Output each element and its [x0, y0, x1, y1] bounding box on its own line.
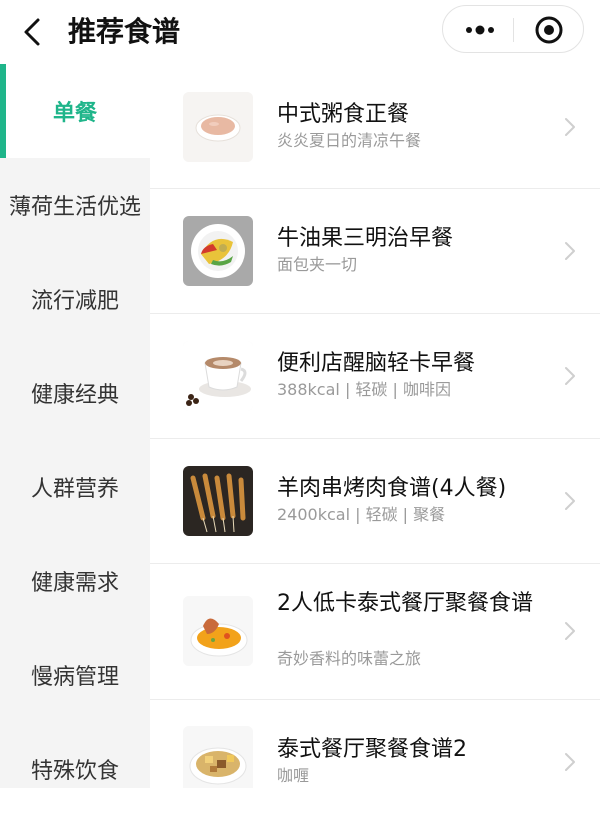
recipe-title: 便利店醒脑轻卡早餐	[277, 351, 476, 376]
recipe-title: 2人低卡泰式餐厅聚餐食谱	[277, 591, 533, 616]
chevron-right-icon	[560, 239, 580, 263]
sidebar-item-label: 单餐	[52, 101, 97, 126]
sidebar-item-label: 健康经典	[30, 383, 119, 408]
recipe-title: 羊肉串烤肉食谱(4人餐)	[277, 476, 507, 501]
sidebar-item-healthy-classic[interactable]: 健康经典	[0, 346, 150, 440]
chevron-right-icon	[560, 750, 580, 774]
sidebar-item-mint-life[interactable]: 薄荷生活优选	[0, 158, 150, 252]
sidebar-item-single-meal[interactable]: 单餐	[0, 64, 150, 158]
recipe-subtitle: 咖喱	[277, 766, 310, 785]
sidebar-item-label: 特殊饮食	[30, 759, 119, 784]
chevron-right-icon	[560, 364, 580, 388]
recipe-subtitle: 2400kcal | 轻碳 | 聚餐	[277, 505, 446, 524]
recipe-item[interactable]: 中式粥食正餐 炎炎夏日的清凉午餐	[150, 64, 600, 189]
chevron-right-icon	[560, 489, 580, 513]
sidebar-item-label: 慢病管理	[30, 665, 119, 690]
target-close-icon[interactable]	[525, 12, 573, 48]
sidebar-item-health-needs[interactable]: 健康需求	[0, 534, 150, 628]
sandwich-plate-icon	[183, 216, 253, 286]
recipe-subtitle: 炎炎夏日的清凉午餐	[277, 131, 422, 150]
skewers-icon	[183, 466, 253, 536]
sidebar-item-label: 薄荷生活优选	[8, 195, 141, 220]
recipe-title: 泰式餐厅聚餐食谱2	[277, 737, 467, 762]
sidebar-item-label: 人群营养	[30, 477, 119, 502]
recipe-item[interactable]: 牛油果三明治早餐 面包夹一切	[150, 189, 600, 314]
back-arrow-icon[interactable]	[14, 12, 54, 52]
curry-bowl-icon	[183, 726, 253, 788]
recipe-title: 中式粥食正餐	[277, 102, 410, 127]
page-title: 推荐食谱	[68, 15, 181, 48]
recipe-item[interactable]: 泰式餐厅聚餐食谱2 咖喱	[150, 700, 600, 788]
category-sidebar: 单餐 薄荷生活优选 流行减肥 健康经典 人群营养 健康需求 慢病管理 特殊饮食	[0, 64, 150, 788]
recipe-item[interactable]: 便利店醒脑轻卡早餐 388kcal | 轻碳 | 咖啡因	[150, 314, 600, 439]
recipe-item[interactable]: 羊肉串烤肉食谱(4人餐) 2400kcal | 轻碳 | 聚餐	[150, 439, 600, 564]
chevron-right-icon	[560, 115, 580, 139]
sidebar-item-special-diet[interactable]: 特殊饮食	[0, 722, 150, 816]
recipe-title: 牛油果三明治早餐	[277, 226, 454, 251]
sidebar-item-group-nutrition[interactable]: 人群营养	[0, 440, 150, 534]
sidebar-item-label: 流行减肥	[30, 289, 119, 314]
recipe-subtitle: 388kcal | 轻碳 | 咖啡因	[277, 380, 451, 399]
sidebar-item-popular-diet[interactable]: 流行减肥	[0, 252, 150, 346]
chevron-right-icon	[560, 619, 580, 643]
recipe-subtitle: 奇妙香料的味蕾之旅	[277, 649, 422, 668]
mini-program-capsule	[442, 5, 584, 53]
more-dots-icon[interactable]	[453, 12, 507, 48]
recipe-item[interactable]: 2人低卡泰式餐厅聚餐食谱 奇妙香料的味蕾之旅	[150, 564, 600, 700]
porridge-bowl-icon	[183, 92, 253, 162]
thai-soup-icon	[183, 596, 253, 666]
recipe-list: 中式粥食正餐 炎炎夏日的清凉午餐 牛油果三明治早餐 面包夹一切 便利店醒脑轻卡早…	[150, 64, 600, 788]
sidebar-item-chronic-disease[interactable]: 慢病管理	[0, 628, 150, 722]
coffee-cup-icon	[183, 341, 253, 411]
capsule-divider	[513, 18, 514, 42]
recipe-subtitle: 面包夹一切	[277, 255, 358, 274]
navigation-bar: 推荐食谱	[0, 0, 600, 64]
sidebar-item-label: 健康需求	[30, 571, 119, 596]
